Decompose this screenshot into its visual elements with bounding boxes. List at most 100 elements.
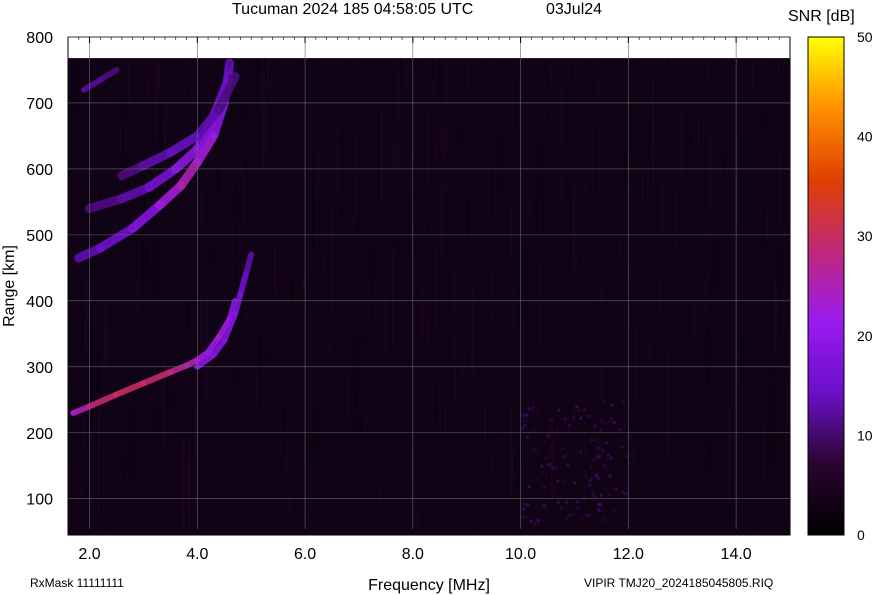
noise-streak xyxy=(690,225,693,264)
noise-streak xyxy=(785,428,788,521)
noise-streak xyxy=(146,58,149,101)
noise-streak xyxy=(491,455,493,518)
trace-point xyxy=(157,202,163,208)
noise-streak xyxy=(109,171,111,191)
trace-point xyxy=(97,77,103,83)
noise-patch-cell xyxy=(606,420,610,424)
noise-streak xyxy=(402,108,404,163)
trace-point xyxy=(167,369,173,375)
noise-streak xyxy=(359,233,362,279)
noise-streak xyxy=(244,107,247,124)
trace-point xyxy=(216,334,222,340)
colorbar-tick-label: 40 xyxy=(857,129,873,145)
noise-streak xyxy=(279,99,281,152)
trace-point xyxy=(232,74,238,80)
trace-point xyxy=(97,245,103,251)
noise-streak xyxy=(586,293,589,331)
noise-streak xyxy=(540,115,542,201)
noise-streak xyxy=(104,513,107,534)
noise-streak xyxy=(582,75,585,120)
noise-streak xyxy=(94,58,97,94)
noise-patch-cell xyxy=(566,428,570,432)
noise-streak xyxy=(172,376,174,435)
noise-streak xyxy=(328,383,330,416)
noise-streak xyxy=(659,277,661,345)
colorbar xyxy=(807,36,845,536)
noise-streak xyxy=(371,272,373,320)
noise-streak xyxy=(151,263,153,326)
noise-streak xyxy=(633,394,635,415)
noise-streak xyxy=(686,203,688,295)
noise-streak xyxy=(753,494,756,535)
noise-streak xyxy=(767,120,770,128)
noise-streak xyxy=(422,58,425,114)
noise-patch-cell xyxy=(602,421,606,425)
noise-streak xyxy=(751,345,753,382)
noise-streak xyxy=(84,99,87,139)
noise-streak xyxy=(783,224,786,332)
noise-streak xyxy=(752,297,755,378)
noise-streak xyxy=(709,337,711,371)
noise-streak xyxy=(177,462,179,519)
noise-streak xyxy=(302,290,305,311)
noise-patch-cell xyxy=(556,479,560,483)
noise-streak xyxy=(385,389,388,500)
noise-streak xyxy=(102,259,104,339)
x-tick-label: 14.0 xyxy=(721,546,752,563)
noise-streak xyxy=(330,236,333,313)
noise-streak xyxy=(419,317,422,412)
noise-streak xyxy=(90,129,92,230)
noise-streak xyxy=(98,97,101,209)
noise-streak xyxy=(710,268,712,314)
noise-streak xyxy=(378,485,380,503)
noise-streak xyxy=(478,58,480,72)
noise-streak xyxy=(430,223,433,324)
noise-patch-cell xyxy=(612,509,616,513)
noise-streak xyxy=(392,251,394,346)
trace-point xyxy=(216,107,222,113)
noise-streak xyxy=(288,58,291,103)
noise-streak xyxy=(370,370,372,419)
noise-streak xyxy=(567,58,570,80)
noise-streak xyxy=(378,71,380,96)
noise-streak xyxy=(445,58,448,149)
noise-streak xyxy=(319,380,321,451)
noise-streak xyxy=(348,376,350,416)
noise-patch-cell xyxy=(602,478,606,482)
noise-streak xyxy=(259,295,262,406)
noise-streak xyxy=(354,392,356,443)
noise-streak xyxy=(426,285,429,346)
noise-streak xyxy=(212,243,214,284)
noise-streak xyxy=(430,469,432,484)
x-tick-label: 2.0 xyxy=(78,546,100,563)
noise-patch-cell xyxy=(539,421,543,425)
noise-streak xyxy=(240,58,242,114)
noise-patch-cell xyxy=(620,445,624,449)
noise-streak xyxy=(481,256,483,265)
noise-streak xyxy=(390,104,392,150)
noise-streak xyxy=(562,334,564,356)
noise-streak xyxy=(141,358,143,371)
noise-streak xyxy=(242,394,245,433)
noise-streak xyxy=(511,449,514,476)
noise-streak xyxy=(422,417,424,426)
noise-patch-cell xyxy=(567,424,571,428)
noise-streak xyxy=(625,321,627,392)
noise-streak xyxy=(662,152,665,165)
noise-streak xyxy=(774,354,777,451)
noise-streak xyxy=(175,82,177,96)
noise-streak xyxy=(766,183,769,241)
noise-streak xyxy=(770,401,772,496)
noise-streak xyxy=(455,99,457,133)
trace-point xyxy=(140,163,146,169)
x-tick-label: 4.0 xyxy=(186,546,208,563)
noise-patch-cell xyxy=(608,474,612,478)
y-tick-label: 400 xyxy=(26,294,53,311)
noise-streak xyxy=(364,80,366,102)
noise-streak xyxy=(80,385,83,445)
noise-streak xyxy=(509,69,511,95)
noise-streak xyxy=(229,340,231,369)
colorbar-label: SNR [dB] xyxy=(788,8,855,25)
noise-patch-cell xyxy=(617,499,621,503)
noise-streak xyxy=(708,183,710,277)
